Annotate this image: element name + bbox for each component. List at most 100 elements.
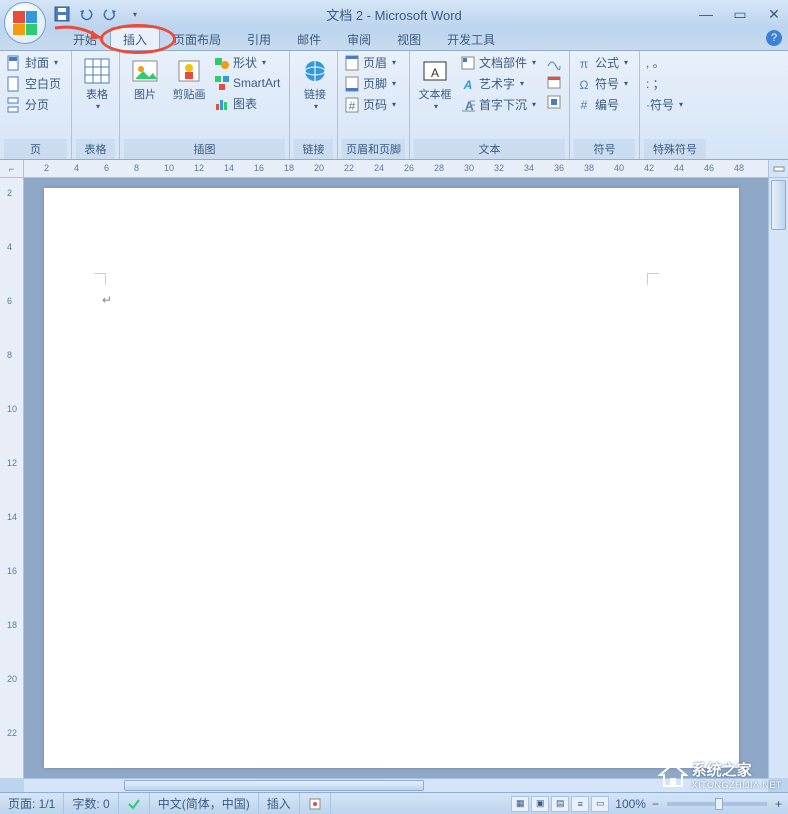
help-button[interactable]: ? <box>766 30 782 46</box>
status-insert-mode[interactable]: 插入 <box>259 793 300 814</box>
special-symbol-button[interactable]: ·符号 <box>644 95 685 114</box>
smartart-icon <box>214 75 230 91</box>
tab-developer[interactable]: 开发工具 <box>434 27 508 50</box>
horizontal-scrollbar[interactable] <box>24 778 768 792</box>
page[interactable]: ↵ <box>44 188 739 768</box>
object-button[interactable] <box>544 93 564 111</box>
quick-parts-button[interactable]: 文档部件 <box>458 53 538 72</box>
horizontal-ruler[interactable]: 2468101214161820222426283032343638404244… <box>24 160 768 178</box>
punctuation-1-button[interactable]: , 。 <box>644 53 685 72</box>
tab-view[interactable]: 视图 <box>384 27 434 50</box>
status-word-count[interactable]: 字数: 0 <box>64 793 118 814</box>
equation-button[interactable]: π公式 <box>574 53 630 72</box>
zoom-out-button[interactable]: − <box>652 797 659 811</box>
zoom-in-button[interactable]: + <box>775 797 782 811</box>
date-time-button[interactable] <box>544 73 564 91</box>
web-layout-view-button[interactable]: ▤ <box>551 796 569 812</box>
links-button[interactable]: 链接 <box>294 53 336 113</box>
text-box-icon: A <box>419 55 451 87</box>
smartart-button[interactable]: SmartArt <box>212 74 282 92</box>
draft-view-button[interactable]: ▭ <box>591 796 609 812</box>
group-label-header-footer: 页眉和页脚 <box>342 139 405 159</box>
margin-marker-tr <box>647 273 659 285</box>
tab-insert[interactable]: 插入 <box>110 27 160 50</box>
horizontal-scroll-thumb[interactable] <box>124 780 424 791</box>
minimize-button[interactable]: — <box>696 4 716 24</box>
number-button[interactable]: #编号 <box>574 95 630 114</box>
svg-text:Ω: Ω <box>580 78 589 92</box>
tab-mailings[interactable]: 邮件 <box>284 27 334 50</box>
cover-page-button[interactable]: 封面 <box>4 53 63 72</box>
footer-icon <box>344 76 360 92</box>
document-viewport[interactable]: ↵ <box>24 178 768 778</box>
maximize-button[interactable]: ▭ <box>730 4 750 24</box>
page-break-icon <box>6 97 22 113</box>
page-number-button[interactable]: #页码 <box>342 95 398 114</box>
page-break-button[interactable]: 分页 <box>4 95 63 114</box>
margin-marker-tl <box>94 273 106 285</box>
page-number-icon: # <box>344 97 360 113</box>
clipart-icon <box>173 55 205 87</box>
equation-icon: π <box>576 55 592 71</box>
svg-text:#: # <box>581 98 588 112</box>
office-logo-icon <box>13 11 37 35</box>
wordart-icon: A <box>460 76 476 92</box>
ruler-corner[interactable]: ⌐ <box>0 160 24 178</box>
picture-button[interactable]: 图片 <box>124 53 166 104</box>
tab-references[interactable]: 引用 <box>234 27 284 50</box>
toggle-ruler-button[interactable] <box>768 160 788 178</box>
number-icon: # <box>576 97 592 113</box>
header-button[interactable]: 页眉 <box>342 53 398 72</box>
outline-view-button[interactable]: ≡ <box>571 796 589 812</box>
punctuation-2-button[interactable]: : ； <box>644 74 685 93</box>
zoom-slider[interactable] <box>667 802 767 806</box>
svg-text:π: π <box>580 57 588 71</box>
group-label-illustrations: 插图 <box>124 139 285 159</box>
zoom-level[interactable]: 100% <box>615 797 646 811</box>
status-proofing[interactable] <box>119 793 150 814</box>
tab-review[interactable]: 审阅 <box>334 27 384 50</box>
watermark: 系统之家 XITONGZHIJIA.NET <box>658 759 782 790</box>
tab-home[interactable]: 开始 <box>60 27 110 50</box>
full-screen-view-button[interactable]: ▣ <box>531 796 549 812</box>
text-box-button[interactable]: A文本框 <box>414 53 456 113</box>
vertical-scroll-thumb[interactable] <box>771 180 786 230</box>
print-layout-view-button[interactable]: ▦ <box>511 796 529 812</box>
signature-line-button[interactable] <box>544 53 564 71</box>
shapes-icon <box>214 55 230 71</box>
blank-page-button[interactable]: 空白页 <box>4 74 63 93</box>
symbol-button[interactable]: Ω符号 <box>574 74 630 93</box>
vertical-ruler[interactable]: 246810121416182022 <box>0 178 24 778</box>
blank-page-icon <box>6 76 22 92</box>
drop-cap-button[interactable]: A首字下沉 <box>458 95 538 114</box>
table-button[interactable]: 表格 <box>76 53 118 113</box>
qat-customize-button[interactable] <box>124 4 144 24</box>
footer-button[interactable]: 页脚 <box>342 74 398 93</box>
paragraph-mark-icon: ↵ <box>102 293 112 307</box>
shapes-button[interactable]: 形状 <box>212 53 282 72</box>
office-button[interactable] <box>4 2 46 44</box>
group-label-links: 链接 <box>294 139 333 159</box>
undo-button[interactable] <box>76 4 96 24</box>
chart-icon <box>214 96 230 112</box>
status-macro[interactable] <box>300 793 331 814</box>
ribbon-tabs: 开始 插入 页面布局 引用 邮件 审阅 视图 开发工具 ? <box>0 28 788 50</box>
ribbon: 封面 空白页 分页 页 表格 表格 图片 剪贴画 形状 SmartArt 图表 … <box>0 50 788 160</box>
status-language[interactable]: 中文(简体，中国) <box>150 793 259 814</box>
status-page[interactable]: 页面: 1/1 <box>0 793 64 814</box>
signature-icon <box>546 54 562 70</box>
group-label-tables: 表格 <box>76 139 115 159</box>
svg-text:A: A <box>431 66 439 80</box>
vertical-scrollbar[interactable] <box>768 178 788 778</box>
chart-button[interactable]: 图表 <box>212 94 282 113</box>
tab-page-layout[interactable]: 页面布局 <box>160 27 234 50</box>
clipart-button[interactable]: 剪贴画 <box>168 53 210 104</box>
wordart-button[interactable]: A艺术字 <box>458 74 538 93</box>
redo-button[interactable] <box>100 4 120 24</box>
group-label-pages: 页 <box>4 139 67 159</box>
save-button[interactable] <box>52 4 72 24</box>
close-button[interactable]: ✕ <box>764 4 784 24</box>
picture-icon <box>129 55 161 87</box>
status-bar: 页面: 1/1 字数: 0 中文(简体，中国) 插入 ▦ ▣ ▤ ≡ ▭ 100… <box>0 792 788 814</box>
zoom-slider-thumb[interactable] <box>715 798 723 810</box>
